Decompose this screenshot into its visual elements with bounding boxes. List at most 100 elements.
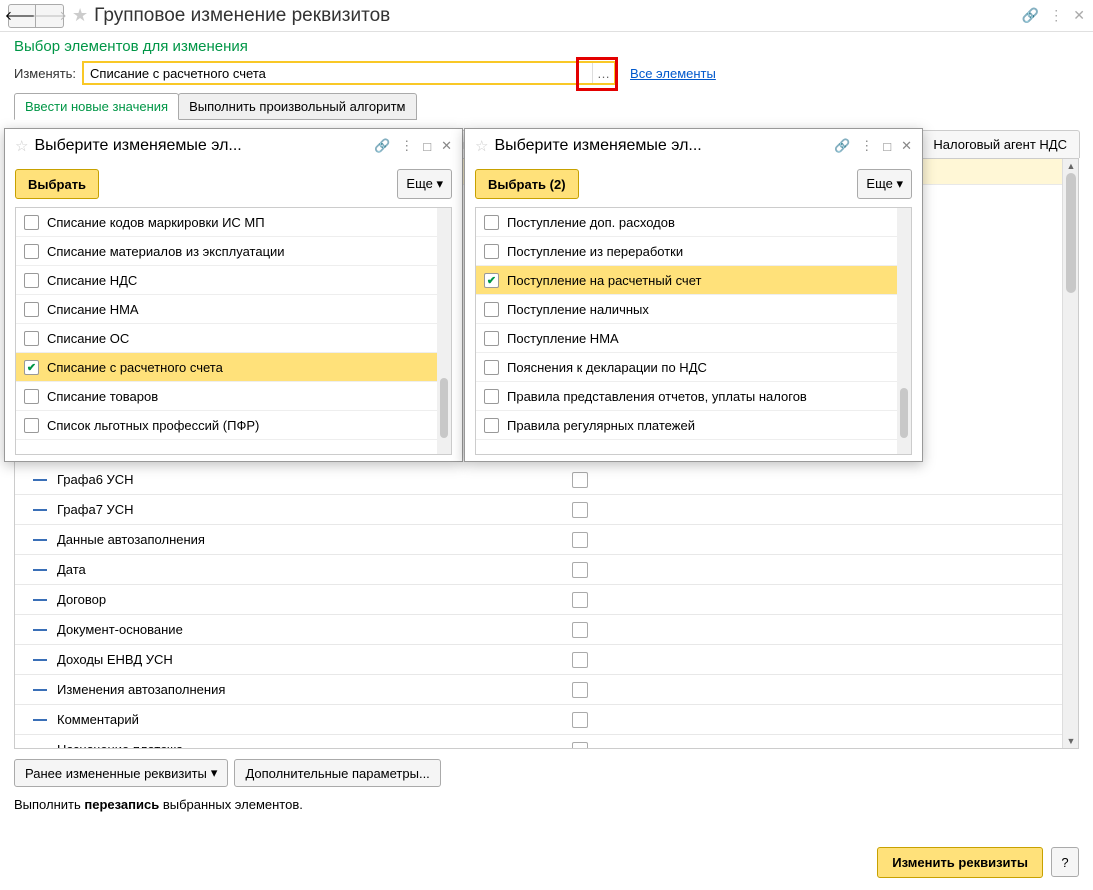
- dialog-star-icon[interactable]: ☆: [15, 137, 28, 155]
- page-title: Групповое изменение реквизитов: [94, 5, 1012, 27]
- list-item[interactable]: Списание кодов маркировки ИС МП: [16, 208, 451, 237]
- list-item[interactable]: Списание ОС: [16, 324, 451, 353]
- dialog-list: Списание кодов маркировки ИС МПСписание …: [15, 207, 452, 455]
- grid-row[interactable]: Назначение платежа: [15, 735, 1078, 749]
- row-checkbox[interactable]: [572, 652, 588, 668]
- dialog-close-icon[interactable]: ✕: [441, 138, 452, 154]
- row-checkbox[interactable]: [572, 472, 588, 488]
- list-item[interactable]: Списание НДС: [16, 266, 451, 295]
- tab-enter-values[interactable]: Ввести новые значения: [14, 93, 179, 120]
- item-checkbox[interactable]: [484, 302, 499, 317]
- dialog-link-icon[interactable]: 🔗: [374, 138, 390, 154]
- tab-run-algorithm[interactable]: Выполнить произвольный алгоритм: [178, 93, 416, 120]
- list-item[interactable]: Список льготных профессий (ПФР): [16, 411, 451, 440]
- grid-row[interactable]: Доходы ЕНВД УСН: [15, 645, 1078, 675]
- row-checkbox[interactable]: [572, 562, 588, 578]
- list-item[interactable]: Пояснения к декларации по НДС: [476, 353, 911, 382]
- item-checkbox[interactable]: [484, 331, 499, 346]
- list-item[interactable]: Списание товаров: [16, 382, 451, 411]
- list-item[interactable]: Поступление наличных: [476, 295, 911, 324]
- item-checkbox[interactable]: [24, 331, 39, 346]
- item-checkbox[interactable]: [24, 273, 39, 288]
- help-button[interactable]: ?: [1051, 847, 1079, 877]
- item-checkbox[interactable]: [484, 360, 499, 375]
- grid-row[interactable]: Комментарий: [15, 705, 1078, 735]
- dialog-star-icon[interactable]: ☆: [475, 137, 488, 155]
- list-item[interactable]: Правила представления отчетов, уплаты на…: [476, 382, 911, 411]
- change-label: Изменять:: [14, 66, 76, 81]
- row-dash-icon: [33, 749, 47, 750]
- grid-scrollbar[interactable]: ▲ ▼: [1062, 159, 1078, 748]
- row-checkbox[interactable]: [572, 742, 588, 750]
- list-item[interactable]: Правила регулярных платежей: [476, 411, 911, 440]
- grid-row[interactable]: Графа7 УСН: [15, 495, 1078, 525]
- extra-params-button[interactable]: Дополнительные параметры...: [234, 759, 440, 787]
- scroll-down-icon[interactable]: ▼: [1063, 734, 1079, 748]
- col-tab-tax-agent[interactable]: Налоговый агент НДС: [920, 130, 1080, 158]
- item-label: Поступление НМА: [507, 331, 619, 346]
- list-item[interactable]: ✔Поступление на расчетный счет: [476, 266, 911, 295]
- nav-forward-button[interactable]: 🡒: [36, 4, 64, 28]
- grid-row[interactable]: Договор: [15, 585, 1078, 615]
- row-checkbox[interactable]: [572, 592, 588, 608]
- all-elements-link[interactable]: Все элементы: [630, 66, 716, 81]
- grid-row[interactable]: Графа6 УСН: [15, 465, 1078, 495]
- select-button[interactable]: Выбрать: [15, 169, 99, 199]
- link-icon[interactable]: 🔗: [1022, 7, 1039, 24]
- item-checkbox[interactable]: ✔: [484, 273, 499, 288]
- row-dash-icon: [33, 509, 47, 511]
- change-input-wrap: …: [82, 61, 616, 85]
- list-item[interactable]: Списание материалов из эксплуатации: [16, 237, 451, 266]
- row-checkbox[interactable]: [572, 532, 588, 548]
- row-dash-icon: [33, 599, 47, 601]
- item-checkbox[interactable]: [24, 215, 39, 230]
- item-checkbox[interactable]: [484, 215, 499, 230]
- prev-changed-button[interactable]: Ранее измененные реквизиты ▾: [14, 759, 228, 787]
- section-subtitle: Выбор элементов для изменения: [0, 32, 1093, 57]
- apply-button[interactable]: Изменить реквизиты: [877, 847, 1043, 878]
- row-label: Дата: [57, 562, 572, 577]
- dialog-maximize-icon[interactable]: □: [883, 139, 891, 154]
- favorite-star-icon[interactable]: ★: [72, 5, 88, 26]
- list-item[interactable]: ✔Списание с расчетного счета: [16, 353, 451, 382]
- scroll-thumb[interactable]: [1066, 173, 1076, 293]
- dialog-link-icon[interactable]: 🔗: [834, 138, 850, 154]
- dialog-maximize-icon[interactable]: □: [423, 139, 431, 154]
- change-target-input[interactable]: [84, 63, 592, 83]
- scroll-up-icon[interactable]: ▲: [1063, 159, 1079, 173]
- list-item[interactable]: Поступление из переработки: [476, 237, 911, 266]
- row-checkbox[interactable]: [572, 502, 588, 518]
- dialog-close-icon[interactable]: ✕: [901, 138, 912, 154]
- change-target-picker-button[interactable]: …: [592, 63, 614, 83]
- row-checkbox[interactable]: [572, 712, 588, 728]
- item-checkbox[interactable]: [24, 389, 39, 404]
- dialog-kebab-icon[interactable]: ⋮: [860, 138, 873, 154]
- item-checkbox[interactable]: [24, 244, 39, 259]
- close-icon[interactable]: ✕: [1073, 7, 1085, 24]
- list-item[interactable]: Поступление НМА: [476, 324, 911, 353]
- item-checkbox[interactable]: [24, 418, 39, 433]
- item-checkbox[interactable]: [484, 389, 499, 404]
- grid-row[interactable]: Документ-основание: [15, 615, 1078, 645]
- item-checkbox[interactable]: [24, 302, 39, 317]
- kebab-menu-icon[interactable]: ⋮: [1049, 7, 1063, 24]
- dialog-scrollbar[interactable]: [437, 208, 451, 454]
- list-item[interactable]: Списание НМА: [16, 295, 451, 324]
- dialog-scrollbar[interactable]: [897, 208, 911, 454]
- select-button[interactable]: Выбрать (2): [475, 169, 579, 199]
- item-checkbox[interactable]: ✔: [24, 360, 39, 375]
- more-button[interactable]: Еще ▾: [857, 169, 912, 199]
- row-label: Доходы ЕНВД УСН: [57, 652, 572, 667]
- grid-row[interactable]: Изменения автозаполнения: [15, 675, 1078, 705]
- dialog-scroll-thumb[interactable]: [900, 388, 908, 438]
- row-checkbox[interactable]: [572, 682, 588, 698]
- list-item[interactable]: Поступление доп. расходов: [476, 208, 911, 237]
- item-checkbox[interactable]: [484, 244, 499, 259]
- row-checkbox[interactable]: [572, 622, 588, 638]
- more-button[interactable]: Еще ▾: [397, 169, 452, 199]
- dialog-scroll-thumb[interactable]: [440, 378, 448, 438]
- dialog-kebab-icon[interactable]: ⋮: [400, 138, 413, 154]
- grid-row[interactable]: Данные автозаполнения: [15, 525, 1078, 555]
- item-checkbox[interactable]: [484, 418, 499, 433]
- grid-row[interactable]: Дата: [15, 555, 1078, 585]
